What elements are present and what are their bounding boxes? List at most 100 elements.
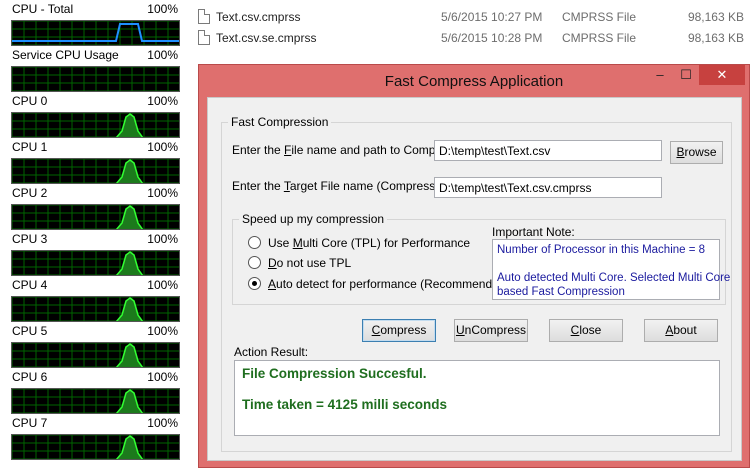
note-line: Number of Processor in this Machine = 8 [497,244,706,256]
cpu-core-percent: 100% [147,140,178,154]
cpu-graph-svg [12,113,179,137]
file-date: 5/6/2015 10:27 PM [441,10,543,24]
file-row[interactable]: Text.csv.cmprss 5/6/2015 10:27 PM CMPRSS… [186,5,750,27]
radio-multi-core-key: M [292,236,303,250]
fast-compression-label: Fast Compression [228,115,332,129]
file-type: CMPRSS File [562,10,637,24]
result-line-status: File Compression Succesful. [242,366,427,381]
result-line-time: Time taken = 4125 milli seconds [242,397,447,412]
target-file-label: Enter the Target File name (Compressed) … [232,179,459,193]
note-line [497,257,715,271]
file-size: 98,163 KB [687,31,744,45]
cpu-core-graph [11,204,180,230]
cpu-graph-svg [12,251,179,275]
target-file-input[interactable]: D:\temp\test\Text.csv.cmprss [434,177,662,198]
cpu-core-name: CPU 6 [12,370,48,384]
radio-auto-detect-post: uto detect for performance (Recommended) [276,277,510,291]
cpu-core-percent: 100% [147,232,178,246]
cpu-core-header: CPU 4 100% [0,276,186,296]
cpu-graph-svg [12,389,179,413]
cpu-core-header: CPU 5 100% [0,322,186,342]
radio-no-tpl-label: Do not use TPL [268,256,351,270]
cpu-core-percent: 100% [147,370,178,384]
service-cpu-name: Service CPU Usage [12,48,119,62]
radio-button-checked[interactable] [248,277,261,290]
cpu-core-name: CPU 3 [12,232,48,246]
cpu-core-header: CPU 2 100% [0,184,186,204]
cpu-total-percent: 100% [147,2,178,16]
radio-multi-core-post: ulti Core (TPL) for Performance [302,236,471,250]
radio-multi-core-pre: Use [268,236,293,250]
about-rest: bout [673,323,697,337]
cpu-graph-svg [12,343,179,367]
cpu-core-name: CPU 7 [12,416,48,430]
uncompress-rest: nCompress [464,323,527,337]
cpu-core-name: CPU 4 [12,278,48,292]
radio-button[interactable] [248,236,261,249]
cpu-core-percent: 100% [147,186,178,200]
radio-auto-detect[interactable]: Auto detect for performance (Recommended… [248,275,509,293]
window-client-area: Fast Compression Enter the File name and… [207,97,742,461]
close-button[interactable]: Close [549,319,623,342]
file-list: Text.csv.cmprss 5/6/2015 10:27 PM CMPRSS… [186,0,750,52]
note-line: based Fast Compression [497,286,625,298]
important-note-label: Important Note: [492,225,575,239]
radio-multi-core-label: Use Multi Core (TPL) for Performance [268,236,470,250]
compress-button[interactable]: Compress [362,319,436,342]
minimize-icon[interactable]: – [647,65,673,85]
browse-key: B [676,145,685,159]
cpu-core-header: CPU 6 100% [0,368,186,388]
file-date: 5/6/2015 10:28 PM [441,31,543,45]
browse-button[interactable]: Browse [670,141,723,164]
cpu-core-name: CPU 2 [12,186,48,200]
cpu-core-graph [11,250,180,276]
important-note-box: Number of Processor in this Machine = 8 … [492,239,731,300]
radio-no-tpl[interactable]: Do not use TPL [248,254,488,272]
close-icon[interactable]: ✕ [699,65,745,85]
uncompress-key: U [455,323,465,337]
file-row[interactable]: Text.csv.se.cmprss 5/6/2015 10:28 PM CMP… [186,26,750,48]
cpu-graph-svg [12,67,179,91]
cpu-core-percent: 100% [147,94,178,108]
cpu-core-graph [11,388,180,414]
source-label-pre: Enter the [232,143,285,157]
cpu-core-header: CPU 7 100% [0,414,186,434]
cpu-graph-svg [12,205,179,229]
cpu-core-graph [11,112,180,138]
browse-rest: rowse [684,145,717,159]
radio-auto-detect-label: Auto detect for performance (Recommended… [268,277,509,291]
cpu-core-name: CPU 1 [12,140,48,154]
action-result-label: Action Result: [234,345,309,359]
target-label-pre: Enter the [232,179,284,193]
cpu-graph-svg [12,159,179,183]
cpu-core-header: CPU 0 100% [0,92,186,112]
cpu-core-header: CPU 1 100% [0,138,186,158]
radio-no-tpl-post: o not use TPL [276,256,352,270]
about-button[interactable]: About [644,319,718,342]
cpu-core-name: CPU 0 [12,94,48,108]
cpu-core-header: CPU 3 100% [0,230,186,250]
radio-button[interactable] [248,256,261,269]
service-cpu-percent: 100% [147,48,178,62]
cpu-graph-svg [12,297,179,321]
file-size: 98,163 KB [687,10,744,24]
cpu-core-graph [11,434,180,460]
cpu-core-graph [11,342,180,368]
file-icon [198,30,210,45]
cpu-graph-svg [12,435,179,459]
cpu-core-name: CPU 5 [12,324,48,338]
uncompress-button[interactable]: UnCompress [454,319,528,342]
source-file-label: Enter the File name and path to Compress… [232,143,461,157]
cpu-core-graph [11,296,180,322]
speed-up-label: Speed up my compression [239,212,388,226]
maximize-icon[interactable]: ☐ [673,65,699,85]
note-line: Auto detected Multi Core. Selected Multi… [497,272,731,284]
title-bar[interactable]: Fast Compress Application – ☐ ✕ [199,65,749,97]
action-result-box: File Compression Succesful. Time taken =… [234,360,720,436]
compress-rest: ompress [380,323,427,337]
service-cpu-graph [11,66,180,92]
source-file-input[interactable]: D:\temp\test\Text.csv [434,140,662,161]
file-type: CMPRSS File [562,31,637,45]
radio-multi-core[interactable]: Use Multi Core (TPL) for Performance [248,234,488,252]
cpu-monitor-panel: CPU - Total 100% Service CPU Usage 100% … [0,0,186,468]
